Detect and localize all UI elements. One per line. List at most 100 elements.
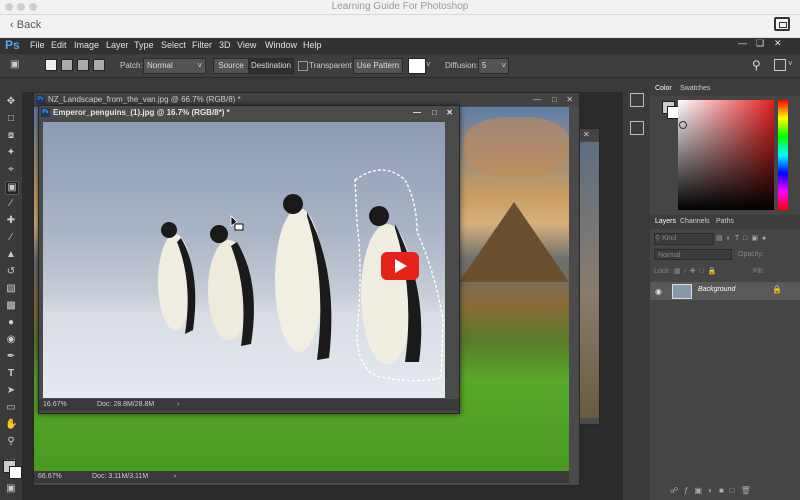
- intersect-selection-icon[interactable]: [93, 59, 105, 71]
- menu-select[interactable]: Select: [161, 40, 186, 50]
- source-button[interactable]: Source: [213, 58, 249, 74]
- pattern-swatch-icon[interactable]: [408, 58, 426, 74]
- lock-icon: 🔒: [772, 285, 782, 294]
- healing-brush-icon[interactable]: ✚: [5, 215, 17, 227]
- document-window-third[interactable]: ✕: [578, 128, 600, 425]
- penguins-doc-titlebar: Ps Emperor_penguins_(1).jpg @ 16.7% (RGB…: [39, 106, 459, 119]
- dodge-tool-icon[interactable]: ◉: [5, 334, 17, 346]
- marquee-tool-icon[interactable]: □: [5, 113, 17, 125]
- workspace-icon[interactable]: [774, 59, 786, 71]
- blur-tool-icon[interactable]: ●: [5, 317, 17, 329]
- menu-type[interactable]: Type: [134, 40, 154, 50]
- tab-layers[interactable]: Layers: [655, 218, 676, 225]
- penguins-status-bar: 16.67% Doc: 28.8M/28.8M ›: [39, 399, 459, 411]
- layer-row-background[interactable]: ◉ Background 🔒: [650, 282, 800, 300]
- patch-tool-icon[interactable]: ▣: [10, 59, 26, 73]
- path-select-icon[interactable]: ➤: [5, 385, 17, 397]
- status-arrow-icon[interactable]: ›: [174, 471, 176, 483]
- quick-mask-icon[interactable]: ▣: [5, 483, 17, 495]
- minimize-icon[interactable]: —: [533, 93, 541, 106]
- eraser-tool-icon[interactable]: ▧: [5, 283, 17, 295]
- tab-swatches[interactable]: Swatches: [680, 85, 710, 92]
- pen-tool-icon[interactable]: ✒: [5, 351, 17, 363]
- lock-icons[interactable]: ▦∕✚□🔒: [674, 267, 744, 277]
- document-window-penguins[interactable]: Ps Emperor_penguins_(1).jpg @ 16.7% (RGB…: [38, 105, 460, 414]
- history-brush-icon[interactable]: ↺: [5, 266, 17, 278]
- type-tool-icon[interactable]: T: [5, 368, 17, 380]
- app-restore-icon[interactable]: ❏: [756, 38, 764, 49]
- landscape-zoom-value[interactable]: 66.67%: [38, 471, 62, 483]
- destination-button[interactable]: Destination: [248, 58, 294, 74]
- photoshop-menubar: Ps File Edit Image Layer Type Select Fil…: [0, 38, 800, 54]
- maximize-icon[interactable]: □: [432, 106, 437, 119]
- window-title: Learning Guide For Photoshop: [331, 1, 469, 12]
- status-arrow-icon[interactable]: ›: [177, 399, 179, 411]
- hand-tool-icon[interactable]: ✋: [5, 419, 17, 431]
- menu-help[interactable]: Help: [303, 40, 322, 50]
- move-tool-icon[interactable]: ✥: [5, 96, 17, 108]
- layer-filter-icons[interactable]: ▤◐T□▣●: [716, 234, 796, 244]
- brush-tool-icon[interactable]: ∕: [5, 232, 17, 244]
- menu-edit[interactable]: Edit: [51, 40, 67, 50]
- layer-filter-kind[interactable]: ⚲ Kind: [654, 233, 714, 245]
- tab-channels[interactable]: Channels: [680, 218, 710, 225]
- add-selection-icon[interactable]: [61, 59, 73, 71]
- blend-mode-select[interactable]: Normal: [654, 249, 732, 260]
- close-icon[interactable]: ✕: [566, 93, 573, 106]
- hue-slider[interactable]: [778, 100, 788, 210]
- transparent-checkbox[interactable]: [298, 61, 308, 71]
- landscape-doc-size: Doc: 3.11M/3.11M: [92, 473, 149, 480]
- fullscreen-icon[interactable]: [774, 17, 790, 31]
- tab-paths[interactable]: Paths: [716, 218, 734, 225]
- clone-stamp-icon[interactable]: ▲: [5, 249, 17, 261]
- menu-view[interactable]: View: [237, 40, 256, 50]
- search-icon[interactable]: ⚲: [752, 58, 761, 72]
- lasso-tool-icon[interactable]: ⧇: [5, 130, 17, 142]
- color-picker-field[interactable]: [678, 100, 774, 210]
- patch-tool-icon[interactable]: ▣: [5, 181, 19, 195]
- subtract-selection-icon[interactable]: [77, 59, 89, 71]
- penguin-body: [361, 224, 413, 364]
- app-minimize-icon[interactable]: —: [738, 38, 747, 48]
- patch-cursor-icon: [234, 223, 244, 231]
- menu-3d[interactable]: 3D: [219, 40, 231, 50]
- menu-filter[interactable]: Filter: [192, 40, 212, 50]
- background-color-swatch[interactable]: [9, 466, 22, 479]
- rectangle-tool-icon[interactable]: ▭: [5, 402, 17, 414]
- menu-window[interactable]: Window: [265, 40, 297, 50]
- zoom-tool-icon[interactable]: ⚲: [5, 436, 17, 448]
- options-bar: ▣ Patch: Normal ˅ Source Destination Tran…: [0, 55, 800, 78]
- tab-color[interactable]: Color: [655, 85, 672, 92]
- eyedropper-tool-icon[interactable]: ∕: [5, 198, 17, 210]
- history-panel-icon[interactable]: [630, 93, 644, 107]
- close-icon[interactable]: ✕: [446, 106, 453, 119]
- layers-panel-footer-icons[interactable]: ☍ƒ▣◐■□🗑: [670, 486, 795, 496]
- app-close-icon[interactable]: ✕: [774, 38, 782, 49]
- properties-panel-icon[interactable]: [630, 121, 644, 135]
- menu-file[interactable]: File: [30, 40, 45, 50]
- penguin-body: [275, 208, 323, 352]
- landscape-status-bar: 66.67% Doc: 3.11M/3.11M ›: [34, 471, 569, 483]
- gradient-tool-icon[interactable]: ▩: [5, 300, 17, 312]
- menu-layer[interactable]: Layer: [106, 40, 129, 50]
- penguins-image: [43, 122, 445, 398]
- menu-image[interactable]: Image: [74, 40, 99, 50]
- close-icon[interactable]: ✕: [583, 130, 590, 139]
- crop-tool-icon[interactable]: ⌖: [5, 164, 17, 176]
- diffusion-input[interactable]: 5 ˅: [478, 58, 509, 74]
- quick-select-tool-icon[interactable]: ✦: [5, 147, 17, 159]
- minimize-icon[interactable]: —: [413, 106, 421, 119]
- penguins-zoom-value[interactable]: 16.67%: [43, 399, 67, 411]
- penguins-doc-size: Doc: 28.8M/28.8M: [97, 401, 155, 408]
- pattern-dropdown-icon[interactable]: ˅: [426, 60, 431, 69]
- penguin-head: [161, 222, 177, 238]
- maximize-icon[interactable]: □: [552, 93, 557, 106]
- patch-mode-select[interactable]: Normal ˅: [143, 58, 206, 74]
- new-selection-icon[interactable]: [45, 59, 57, 71]
- use-pattern-button[interactable]: Use Pattern: [353, 58, 403, 74]
- color-picker-cursor[interactable]: [679, 121, 687, 129]
- eye-icon[interactable]: ◉: [655, 287, 662, 296]
- workspace-dropdown-icon[interactable]: ˅: [788, 59, 793, 68]
- collapsed-panels-column: [624, 79, 648, 500]
- back-button[interactable]: ‹ Back: [10, 19, 41, 31]
